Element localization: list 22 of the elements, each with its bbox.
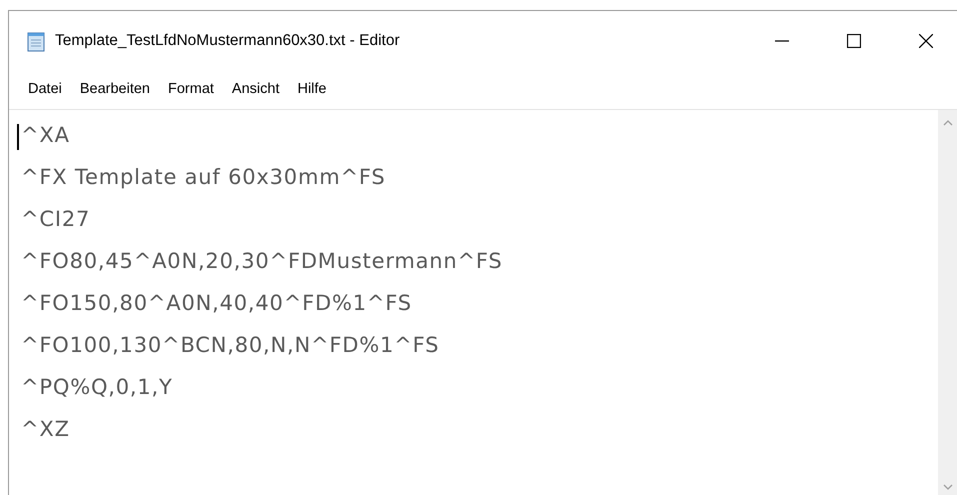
text-line: ^FO150,80^A0N,40,40^FD%1^FS	[21, 290, 412, 317]
scroll-down-icon[interactable]	[942, 484, 952, 490]
menu-item[interactable]: Datei	[19, 75, 71, 103]
menu-item[interactable]: Ansicht	[222, 75, 288, 103]
window-title: Template_TestLfdNoMustermann60x30.txt - Editor	[55, 32, 401, 50]
text-line: ^FO80,45^A0N,20,30^FDMustermann^FS	[21, 248, 503, 275]
scroll-up-icon[interactable]	[942, 120, 952, 126]
text-line: ^XA	[21, 122, 70, 149]
text-line: ^FO100,130^BCN,80,N,N^FD%1^FS	[21, 332, 440, 359]
text-line: ^CI27	[21, 206, 90, 233]
menu-item[interactable]: Format	[159, 75, 223, 103]
text-line: ^XZ	[21, 416, 70, 443]
text-line: ^PQ%Q,0,1,Y	[21, 374, 173, 401]
close-icon	[919, 34, 933, 48]
notepad-icon	[25, 30, 47, 52]
text-cursor	[17, 124, 19, 150]
scrollbar[interactable]	[938, 110, 957, 495]
maximize-icon	[847, 34, 861, 48]
menu-item[interactable]: Hilfe	[288, 75, 336, 103]
menu-item[interactable]: Bearbeiten	[70, 75, 159, 103]
text-line: ^FX Template auf 60x30mm^FS	[21, 164, 386, 191]
minimize-icon	[775, 40, 789, 42]
